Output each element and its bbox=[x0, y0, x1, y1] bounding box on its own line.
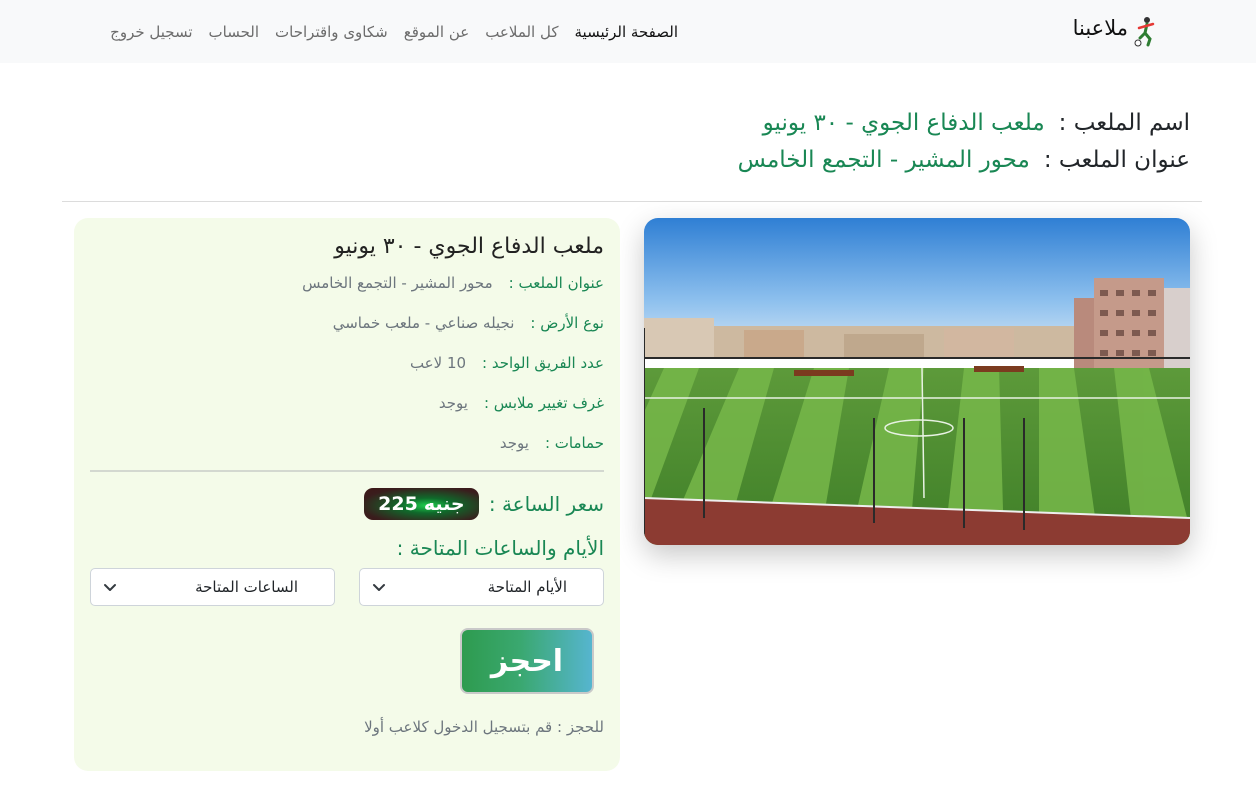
brand-name: ملاعبنا bbox=[1072, 16, 1128, 40]
detail-ground-type: نوع الأرض : نجيله صناعي - ملعب خماسي bbox=[333, 314, 604, 332]
card-divider bbox=[90, 470, 604, 472]
field-name-line: اسم الملعب : ملعب الدفاع الجوي - ٣٠ يوني… bbox=[763, 110, 1190, 136]
book-button[interactable]: احجز bbox=[460, 628, 594, 694]
field-address-value: محور المشير - التجمع الخامس bbox=[737, 147, 1030, 173]
nav-account[interactable]: الحساب bbox=[209, 23, 260, 41]
detail-changing-rooms: غرف تغيير ملابس : يوجد bbox=[439, 394, 604, 412]
detail-value: يوجد bbox=[499, 434, 529, 452]
nav-logout[interactable]: تسجيل خروج bbox=[110, 23, 192, 41]
football-player-icon bbox=[1134, 17, 1155, 47]
field-address-line: عنوان الملعب : محور المشير - التجمع الخا… bbox=[738, 147, 1190, 173]
hours-select[interactable]: الساعات المتاحة bbox=[90, 568, 335, 606]
detail-key: حمامات : bbox=[544, 434, 604, 452]
detail-address: عنوان الملعب : محور المشير - التجمع الخا… bbox=[302, 274, 604, 292]
detail-value: نجيله صناعي - ملعب خماسي bbox=[332, 314, 515, 332]
price-badge: جنيه 225 bbox=[363, 488, 479, 520]
detail-value: يوجد bbox=[438, 394, 468, 412]
card-title: ملعب الدفاع الجوي - ٣٠ يونيو bbox=[334, 234, 604, 259]
price-row: سعر الساعة : جنيه 225 bbox=[363, 488, 604, 520]
detail-key: عدد الفريق الواحد : bbox=[482, 354, 604, 372]
divider bbox=[62, 201, 1202, 202]
detail-value: محور المشير - التجمع الخامس bbox=[302, 274, 493, 292]
detail-value: 10 لاعب bbox=[409, 354, 467, 372]
field-details-card: ملعب الدفاع الجوي - ٣٠ يونيو عنوان الملع… bbox=[74, 218, 620, 771]
brand[interactable]: ملاعبنا bbox=[1060, 10, 1160, 47]
price-unit: جنيه bbox=[423, 493, 465, 515]
days-select-value: الأيام المتاحة bbox=[487, 578, 567, 596]
field-address-label: عنوان الملعب : bbox=[1043, 147, 1190, 173]
field-name-value: ملعب الدفاع الجوي - ٣٠ يونيو bbox=[762, 110, 1045, 136]
detail-key: غرف تغيير ملابس : bbox=[483, 394, 604, 412]
detail-key: نوع الأرض : bbox=[530, 314, 604, 332]
navbar: ملاعبنا الصفحة الرئيسية كل الملاعب عن ال… bbox=[0, 0, 1256, 63]
price-label: سعر الساعة : bbox=[488, 492, 604, 516]
detail-bathrooms: حمامات : يوجد bbox=[500, 434, 604, 452]
detail-team-size: عدد الفريق الواحد : 10 لاعب bbox=[410, 354, 604, 372]
price-value: 225 bbox=[378, 493, 418, 515]
days-hours-label: الأيام والساعات المتاحة : bbox=[396, 536, 604, 560]
main-nav: الصفحة الرئيسية كل الملاعب عن الموقع شكا… bbox=[110, 0, 678, 63]
login-note: للحجز : قم بتسجيل الدخول كلاعب أولا bbox=[364, 718, 604, 736]
nav-home[interactable]: الصفحة الرئيسية bbox=[575, 23, 679, 41]
field-photo bbox=[644, 218, 1190, 545]
field-name-label: اسم الملعب : bbox=[1058, 110, 1190, 136]
nav-complaints[interactable]: شكاوى واقتراحات bbox=[275, 23, 388, 41]
nav-about[interactable]: عن الموقع bbox=[404, 23, 469, 41]
chevron-down-icon bbox=[104, 584, 116, 591]
chevron-down-icon bbox=[373, 584, 385, 591]
detail-key: عنوان الملعب : bbox=[508, 274, 604, 292]
nav-all-fields[interactable]: كل الملاعب bbox=[485, 23, 558, 41]
hours-select-value: الساعات المتاحة bbox=[195, 578, 298, 596]
days-select[interactable]: الأيام المتاحة bbox=[359, 568, 604, 606]
